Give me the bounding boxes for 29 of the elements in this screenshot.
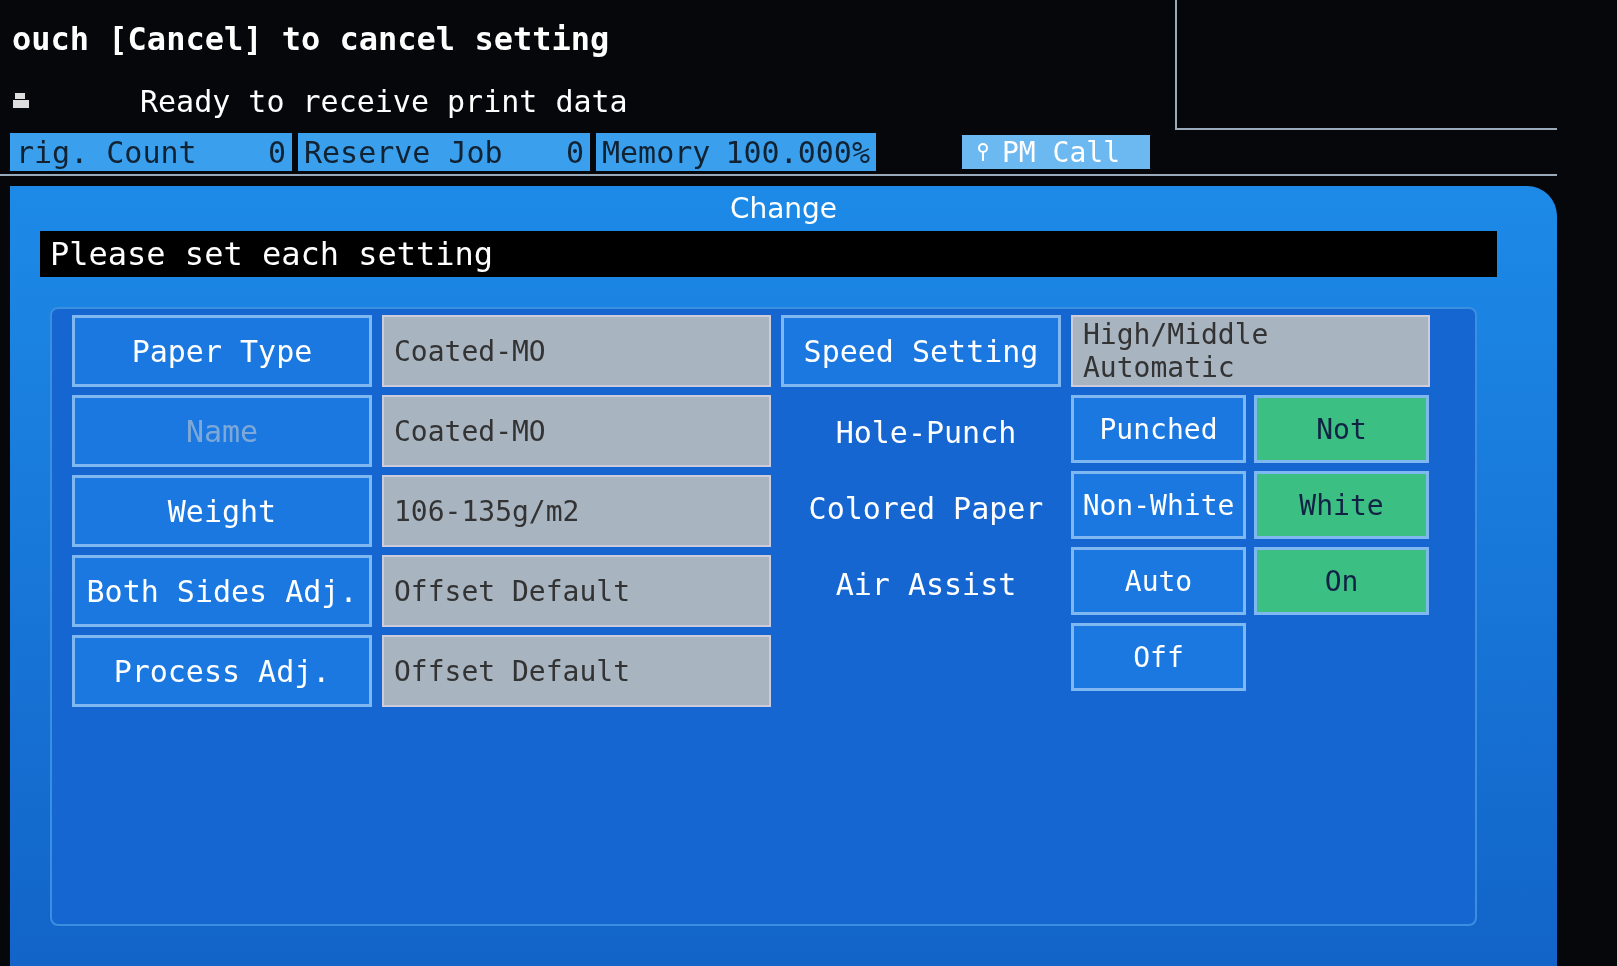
status-counter: Reserve Job 0: [298, 133, 590, 171]
option-button[interactable]: Off: [1071, 623, 1246, 691]
option-label: Air Assist: [834, 566, 1018, 604]
setting-value: Offset Default: [382, 635, 771, 707]
setting-button[interactable]: Both Sides Adj.: [72, 555, 372, 627]
setting-button[interactable]: Paper Type: [72, 315, 372, 387]
setting-value: Offset Default: [382, 555, 771, 627]
setting-value: Coated-MO: [382, 395, 771, 467]
instruction-bar: Please set each setting: [40, 231, 1497, 277]
status-message: Ready to receive print data: [140, 84, 628, 119]
speed-value: High/Middle Automatic: [1071, 315, 1430, 387]
instruction-text: ouch [Cancel] to cancel setting: [12, 20, 611, 58]
setting-value: Coated-MO: [382, 315, 771, 387]
setting-value: 106-135g/m2: [382, 475, 771, 547]
option-button[interactable]: Auto: [1071, 547, 1246, 615]
speed-setting-button[interactable]: Speed Setting: [781, 315, 1061, 387]
option-label: Colored Paper: [807, 490, 1045, 528]
option-button[interactable]: White: [1254, 471, 1429, 539]
dialog-title: Change: [728, 191, 839, 227]
status-counter: Memory 100.000%: [596, 133, 876, 171]
setting-button[interactable]: Weight: [72, 475, 372, 547]
option-button[interactable]: Non-White: [1071, 471, 1246, 539]
option-button[interactable]: Punched: [1071, 395, 1246, 463]
pm-call-label: PM Call: [1002, 135, 1120, 169]
setting-button[interactable]: Process Adj.: [72, 635, 372, 707]
option-button[interactable]: Not: [1254, 395, 1429, 463]
option-button[interactable]: On: [1254, 547, 1429, 615]
status-counter: rig. Count 0: [10, 133, 292, 171]
option-label: Hole-Punch: [834, 414, 1018, 452]
